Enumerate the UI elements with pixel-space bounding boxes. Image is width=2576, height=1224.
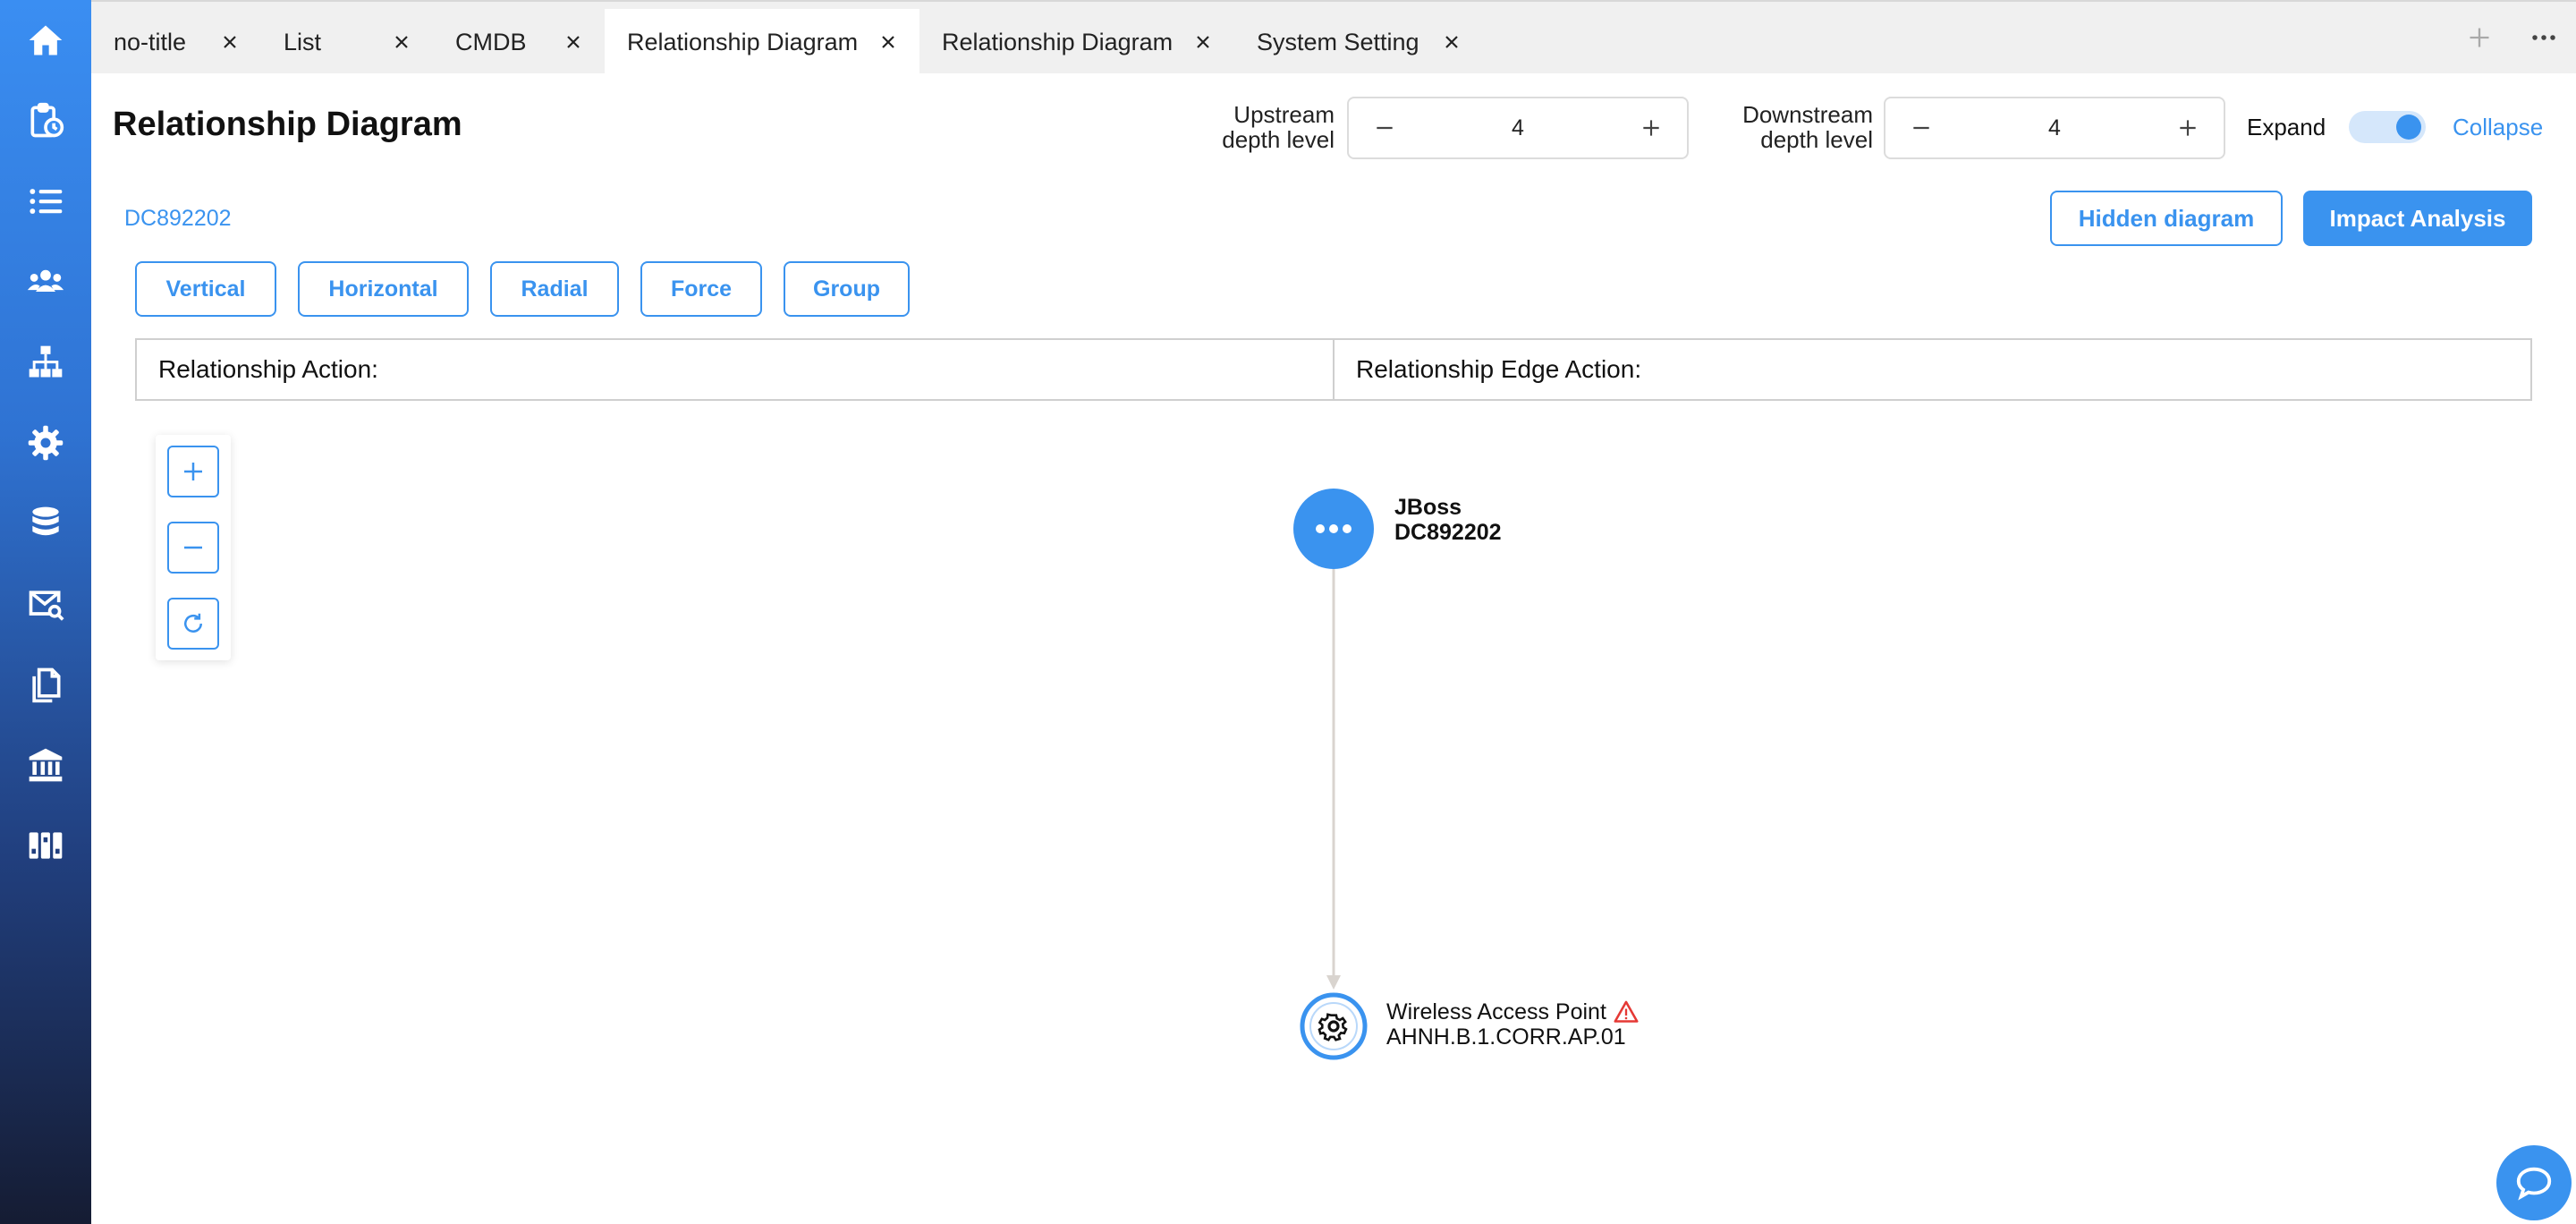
collapse-link[interactable]: Collapse	[2453, 114, 2543, 141]
increment-button[interactable]	[2152, 98, 2224, 157]
more-dots-icon	[1293, 489, 1374, 569]
node-subtitle: DC892202	[1394, 520, 1502, 545]
downstream-depth-label: Downstream depth level	[1699, 102, 1873, 152]
zoom-in-button[interactable]	[167, 446, 219, 497]
close-icon[interactable]	[1440, 30, 1463, 54]
node-subtitle: AHNH.B.1.CORR.AP.01	[1386, 1024, 1626, 1050]
relationship-edge-action-cell: Relationship Edge Action:	[1333, 340, 2530, 399]
upstream-label-line2: depth level	[1222, 126, 1335, 153]
layout-radial-button[interactable]: Radial	[490, 261, 619, 317]
tab-label: Relationship Diagram	[942, 28, 1174, 55]
relationship-action-bar: Relationship Action: Relationship Edge A…	[135, 338, 2532, 401]
add-tab-icon[interactable]	[2462, 20, 2497, 55]
hidden-diagram-button[interactable]: Hidden diagram	[2050, 191, 2283, 246]
mail-search-icon[interactable]	[19, 577, 72, 631]
node-wireless-access-point[interactable]	[1300, 992, 1368, 1060]
sidebar-nav	[0, 0, 91, 1224]
database-icon[interactable]	[19, 497, 72, 550]
zoom-controls	[156, 435, 231, 660]
tab-label: Relationship Diagram	[627, 28, 859, 55]
hierarchy-icon[interactable]	[19, 336, 72, 389]
downstream-label-line2: depth level	[1760, 126, 1873, 153]
close-icon[interactable]	[218, 30, 242, 54]
expand-collapse-toggle[interactable]	[2349, 111, 2426, 143]
clipboard-clock-icon[interactable]	[19, 94, 72, 148]
relationship-diagram-canvas	[1326, 569, 1341, 990]
warning-triangle-icon	[1614, 1000, 1639, 1023]
tab-label: List	[284, 28, 322, 55]
node-title-row: Wireless Access Point	[1386, 999, 1639, 1024]
layout-vertical-button[interactable]: Vertical	[135, 261, 276, 317]
node-jboss[interactable]	[1293, 489, 1374, 569]
increment-button[interactable]	[1615, 98, 1687, 157]
columns-icon[interactable]	[19, 819, 72, 872]
downstream-depth-value[interactable]: 4	[1957, 98, 2152, 157]
close-icon[interactable]	[1191, 30, 1215, 54]
tab-bar: no-title List CMDB Relationship Diagram …	[91, 0, 2576, 75]
more-options-icon[interactable]	[2526, 20, 2562, 55]
expand-label: Expand	[2247, 114, 2326, 140]
close-icon[interactable]	[877, 30, 900, 54]
upstream-depth-stepper[interactable]: 4	[1347, 97, 1689, 159]
tab-relationship-diagram-active[interactable]: Relationship Diagram	[605, 9, 919, 75]
node-jboss-label[interactable]: JBoss DC892202	[1394, 495, 1502, 545]
relationship-action-cell: Relationship Action:	[158, 355, 378, 383]
tab-label: CMDB	[455, 28, 527, 55]
toggle-knob	[2396, 115, 2421, 140]
page-title: Relationship Diagram	[113, 106, 462, 143]
home-icon[interactable]	[19, 13, 72, 67]
tab-no-title[interactable]: no-title	[91, 9, 261, 75]
decrement-button[interactable]	[1885, 98, 1957, 157]
node-wireless-access-point-label[interactable]: Wireless Access Point AHNH.B.1.CORR.AP.0…	[1386, 999, 1639, 1050]
bank-icon[interactable]	[19, 738, 72, 792]
node-title: Wireless Access Point	[1386, 999, 1606, 1024]
tab-relationship-diagram[interactable]: Relationship Diagram	[919, 9, 1234, 75]
impact-analysis-button[interactable]: Impact Analysis	[2303, 191, 2532, 246]
tab-label: System Setting	[1257, 28, 1419, 55]
chat-bubble-icon	[2516, 1167, 2552, 1201]
decrement-button[interactable]	[1349, 98, 1420, 157]
tab-list[interactable]: List	[261, 9, 433, 75]
tab-cmdb[interactable]: CMDB	[433, 9, 605, 75]
documents-icon[interactable]	[19, 658, 72, 711]
gear-icon[interactable]	[19, 416, 72, 470]
gear-icon	[1300, 992, 1368, 1060]
ci-id-link[interactable]: DC892202	[124, 206, 232, 232]
upstream-label-line1: Upstream	[1233, 101, 1335, 128]
tab-system-setting[interactable]: System Setting	[1234, 9, 1483, 75]
layout-group-button[interactable]: Group	[784, 261, 910, 317]
upstream-depth-label: Upstream depth level	[1163, 102, 1335, 152]
edge-arrow-icon	[1326, 975, 1341, 990]
node-title: JBoss	[1394, 495, 1462, 520]
close-icon[interactable]	[390, 30, 413, 54]
users-group-icon[interactable]	[19, 255, 72, 309]
close-icon[interactable]	[562, 30, 585, 54]
upstream-depth-value[interactable]: 4	[1420, 98, 1615, 157]
layout-horizontal-button[interactable]: Horizontal	[298, 261, 469, 317]
downstream-depth-stepper[interactable]: 4	[1884, 97, 2225, 159]
layout-force-button[interactable]: Force	[640, 261, 762, 317]
reset-view-button[interactable]	[167, 598, 219, 650]
zoom-out-button[interactable]	[167, 522, 219, 574]
list-icon[interactable]	[19, 174, 72, 228]
downstream-label-line1: Downstream	[1742, 101, 1873, 128]
chat-support-button[interactable]	[2496, 1145, 2572, 1220]
tab-label: no-title	[114, 28, 187, 55]
